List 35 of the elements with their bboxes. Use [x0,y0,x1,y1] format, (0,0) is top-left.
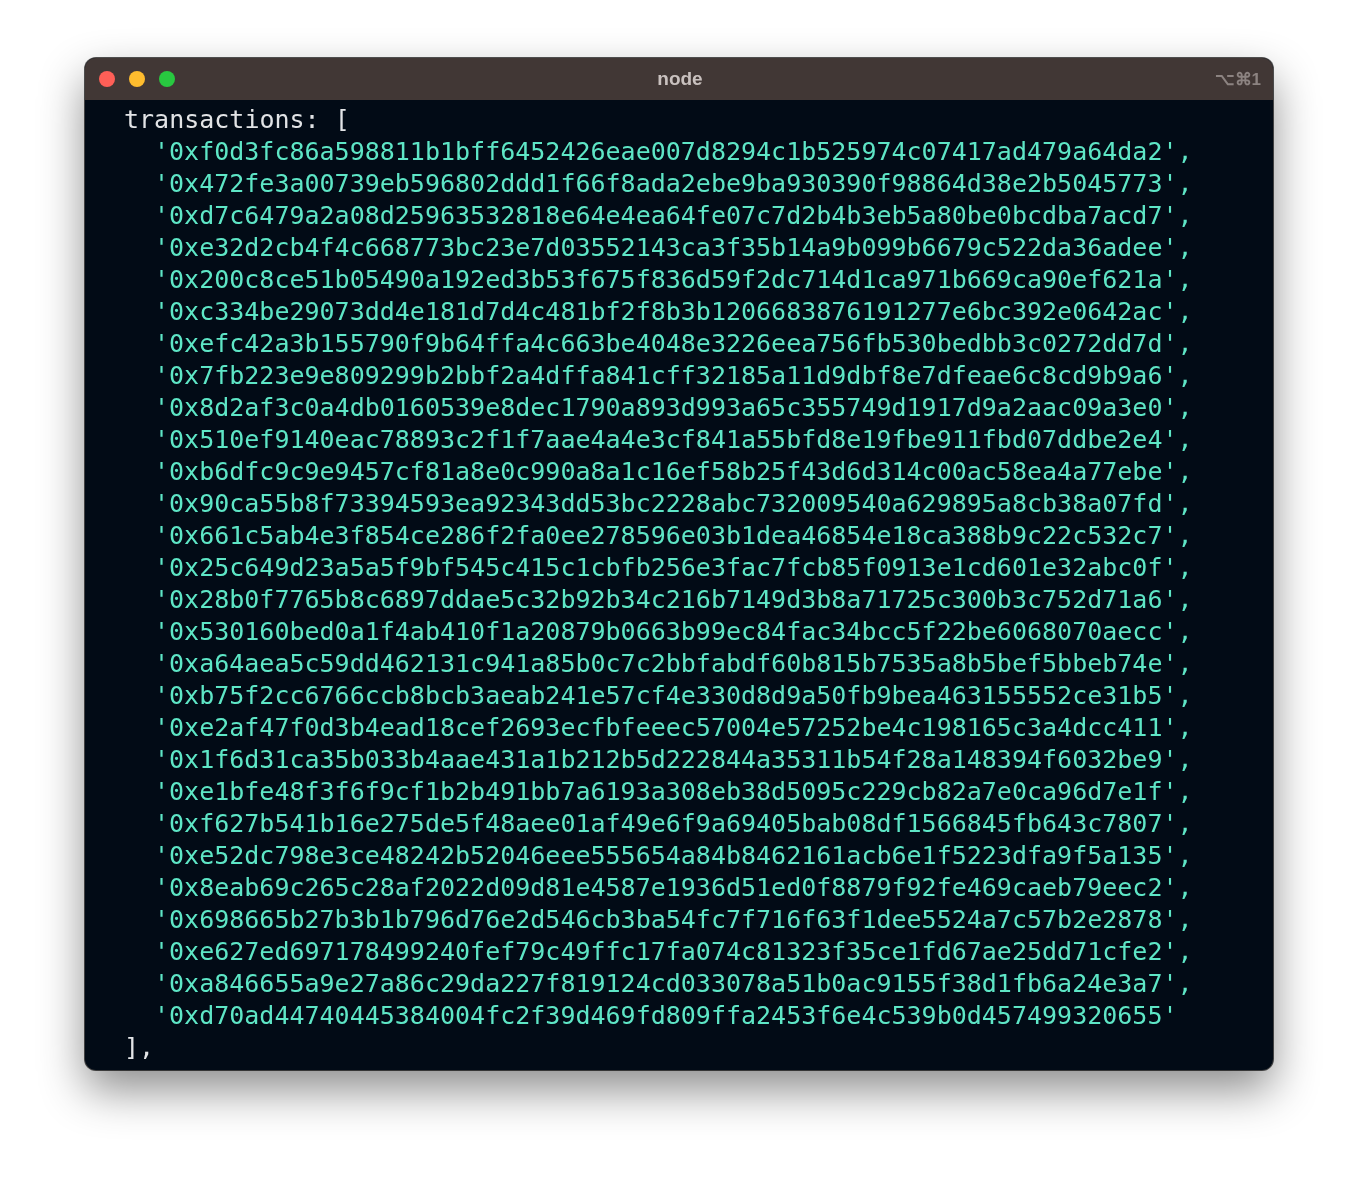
shortcut-label: ⌥⌘1 [1213,68,1261,90]
hash-line: '0x28b0f7765b8c6897ddae5c32b92b34c216b7149d3b8a71725c300b3c752d71a6', [153,584,1193,616]
hash-line: '0xe627ed697178499240fef79c49ffc17fa074c81323f35ce1fd67ae25dd71cfe2', [153,936,1193,968]
hash-line: '0xd7c6479a2a08d25963532818e64e4ea64fe07c7d2b4b3eb5a80be0bcdba7acd7', [153,200,1193,232]
window-title: node [656,68,704,90]
hash-line: '0x698665b27b3b1b796d76e2d546cb3ba54fc7f716f63f1dee5524a7c57b2e2878', [153,904,1193,936]
hash-line: '0x1f6d31ca35b033b4aae431a1b212b5d222844a35311b54f28a148394f6032be9', [153,744,1193,776]
hash-line: '0xa64aea5c59dd462131c941a85b0c7c2bbfabdf60b815b7535a8b5bef5bbeb74e', [153,648,1193,680]
hash-line: '0xe1bfe48f3f6f9cf1b2b491bb7a6193a308eb38d5095c229cb82a7e0ca96d7e1f', [153,776,1193,808]
hash-line: '0x25c649d23a5a5f9bf545c415c1cbfb256e3fac7fcb85f0913e1cd601e32abc0f', [153,552,1193,584]
hash-line: '0xa846655a9e27a86c29da227f819124cd033078a51b0ac9155f38d1fb6a24e3a7', [153,968,1193,1000]
hash-line: '0xe32d2cb4f4c668773bc23e7d03552143ca3f35b14a9b099b6679c522da36adee', [153,232,1193,264]
hash-line: '0x8d2af3c0a4db0160539e8dec1790a893d993a65c355749d1917d9a2aac09a3e0', [153,392,1193,424]
output-line: transactions: [ [124,104,350,136]
hash-line: '0xf0d3fc86a598811b1bff6452426eae007d8294c1b525974c07417ad479a64da2', [153,136,1193,168]
hash-line: '0xb6dfc9c9e9457cf81a8e0c990a8a1c16ef58b25f43d6d314c00ac58ea4a77ebe', [153,456,1193,488]
hash-line: '0x90ca55b8f73394593ea92343dd53bc2228abc732009540a629895a8cb38a07fd', [153,488,1193,520]
hash-line: '0xefc42a3b155790f9b64ffa4c663be4048e3226eea756fb530bedbb3c0272dd7d', [153,328,1193,360]
hash-line: '0x472fe3a00739eb596802ddd1f66f8ada2ebe9ba930390f98864d38e2b5045773', [153,168,1193,200]
hash-line: '0xd70ad44740445384004fc2f39d469fd809ffa2453f6e4c539b0d457499320655' [153,1000,1178,1032]
hash-line: '0x7fb223e9e809299b2bbf2a4dffa841cff32185a11d9dbf8e7dfeae6c8cd9b9a6', [153,360,1193,392]
hash-line: '0x530160bed0a1f4ab410f1a20879b0663b99ec84fac34bcc5f22be6068070aecc', [153,616,1193,648]
hash-line: '0xe2af47f0d3b4ead18cef2693ecfbfeeec57004e57252be4c198165c3a4dcc411', [153,712,1193,744]
output-line: ], [124,1032,155,1064]
hash-line: '0x200c8ce51b05490a192ed3b53f675f836d59f2dc714d1ca971b669ca90ef621a', [153,264,1193,296]
hash-line: '0x510ef9140eac78893c2f1f7aae4a4e3cf841a55bfd8e19fbe911fbd07ddbe2e4', [153,424,1193,456]
close-button[interactable] [99,71,115,87]
zoom-button[interactable] [159,71,175,87]
hash-line: '0xe52dc798e3ce48242b52046eee555654a84b8462161acb6e1f5223dfa9f5a135', [153,840,1193,872]
hash-line: '0xb75f2cc6766ccb8bcb3aeab241e57cf4e330d8d9a50fb9bea463155552ce31b5', [153,680,1193,712]
hash-line: '0xc334be29073dd4e181d7d4c481bf2f8b3b1206683876191277e6bc392e0642ac', [153,296,1193,328]
minimize-button[interactable] [129,71,145,87]
hash-line: '0x8eab69c265c28af2022d09d81e4587e1936d51ed0f8879f92fe469caeb79eec2', [153,872,1193,904]
hash-line: '0x661c5ab4e3f854ce286f2fa0ee278596e03b1dea46854e18ca388b9c22c532c7', [153,520,1193,552]
hash-line: '0xf627b541b16e275de5f48aee01af49e6f9a69405bab08df1566845fb643c7807', [153,808,1193,840]
